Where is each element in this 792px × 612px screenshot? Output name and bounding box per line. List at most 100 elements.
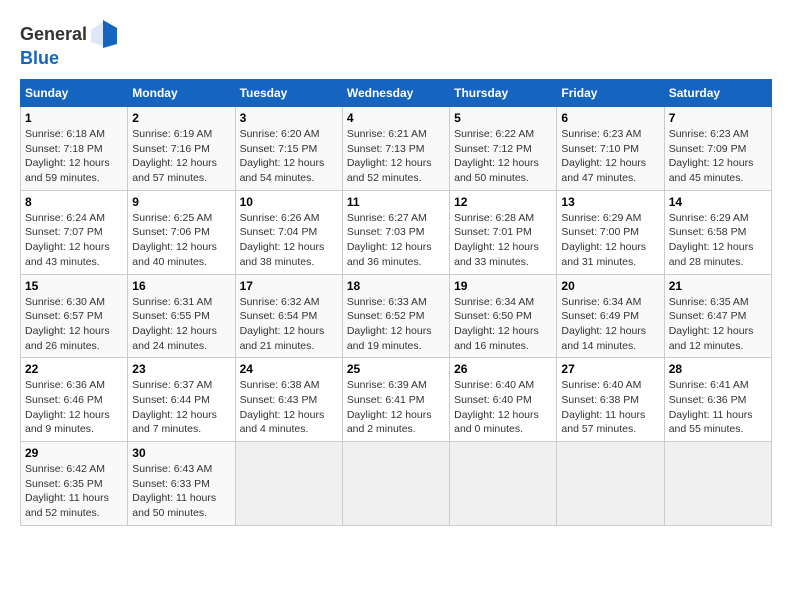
day-number: 22: [25, 362, 123, 376]
day-details: Sunrise: 6:22 AM Sunset: 7:12 PM Dayligh…: [454, 127, 552, 186]
calendar-cell: 13 Sunrise: 6:29 AM Sunset: 7:00 PM Dayli…: [557, 190, 664, 274]
day-details: Sunrise: 6:26 AM Sunset: 7:04 PM Dayligh…: [240, 211, 338, 270]
day-number: 1: [25, 111, 123, 125]
calendar-cell: 9 Sunrise: 6:25 AM Sunset: 7:06 PM Daylig…: [128, 190, 235, 274]
col-header-wednesday: Wednesday: [342, 80, 449, 107]
day-number: 20: [561, 279, 659, 293]
day-details: Sunrise: 6:19 AM Sunset: 7:16 PM Dayligh…: [132, 127, 230, 186]
calendar-cell: 19 Sunrise: 6:34 AM Sunset: 6:50 PM Dayli…: [450, 274, 557, 358]
calendar-cell: 6Sunrise: 6:23 AM Sunset: 7:10 PM Daylig…: [557, 107, 664, 191]
day-number: 11: [347, 195, 445, 209]
calendar-cell: 23 Sunrise: 6:37 AM Sunset: 6:44 PM Dayli…: [128, 358, 235, 442]
day-details: Sunrise: 6:39 AM Sunset: 6:41 PM Dayligh…: [347, 378, 445, 437]
day-number: 27: [561, 362, 659, 376]
day-number: 16: [132, 279, 230, 293]
day-number: 5: [454, 111, 552, 125]
calendar-cell: 24Sunrise: 6:38 AM Sunset: 6:43 PM Dayli…: [235, 358, 342, 442]
day-number: 3: [240, 111, 338, 125]
day-details: Sunrise: 6:37 AM Sunset: 6:44 PM Dayligh…: [132, 378, 230, 437]
day-number: 2: [132, 111, 230, 125]
day-details: Sunrise: 6:23 AM Sunset: 7:09 PM Dayligh…: [669, 127, 767, 186]
day-details: Sunrise: 6:36 AM Sunset: 6:46 PM Dayligh…: [25, 378, 123, 437]
logo: General Blue: [20, 20, 117, 69]
calendar-cell: 27Sunrise: 6:40 AM Sunset: 6:38 PM Dayli…: [557, 358, 664, 442]
calendar-week-1: 1 Sunrise: 6:18 AM Sunset: 7:18 PM Daylig…: [21, 107, 772, 191]
day-number: 18: [347, 279, 445, 293]
day-number: 13: [561, 195, 659, 209]
day-details: Sunrise: 6:40 AM Sunset: 6:40 PM Dayligh…: [454, 378, 552, 437]
calendar-week-5: 29 Sunrise: 6:42 AM Sunset: 6:35 PM Dayli…: [21, 442, 772, 526]
calendar-cell: 16 Sunrise: 6:31 AM Sunset: 6:55 PM Dayli…: [128, 274, 235, 358]
calendar-cell: 25 Sunrise: 6:39 AM Sunset: 6:41 PM Dayli…: [342, 358, 449, 442]
calendar-cell: 30 Sunrise: 6:43 AM Sunset: 6:33 PM Dayli…: [128, 442, 235, 526]
day-details: Sunrise: 6:29 AM Sunset: 7:00 PM Dayligh…: [561, 211, 659, 270]
col-header-thursday: Thursday: [450, 80, 557, 107]
day-number: 8: [25, 195, 123, 209]
col-header-saturday: Saturday: [664, 80, 771, 107]
calendar-cell: [342, 442, 449, 526]
calendar-cell: 10 Sunrise: 6:26 AM Sunset: 7:04 PM Dayli…: [235, 190, 342, 274]
col-header-sunday: Sunday: [21, 80, 128, 107]
calendar-cell: 7 Sunrise: 6:23 AM Sunset: 7:09 PM Daylig…: [664, 107, 771, 191]
col-header-tuesday: Tuesday: [235, 80, 342, 107]
day-number: 10: [240, 195, 338, 209]
calendar-week-4: 22 Sunrise: 6:36 AM Sunset: 6:46 PM Dayli…: [21, 358, 772, 442]
day-details: Sunrise: 6:34 AM Sunset: 6:49 PM Dayligh…: [561, 295, 659, 354]
calendar-week-2: 8 Sunrise: 6:24 AM Sunset: 7:07 PM Daylig…: [21, 190, 772, 274]
calendar-cell: [450, 442, 557, 526]
day-number: 17: [240, 279, 338, 293]
day-number: 30: [132, 446, 230, 460]
day-details: Sunrise: 6:29 AM Sunset: 6:58 PM Dayligh…: [669, 211, 767, 270]
calendar-cell: 4 Sunrise: 6:21 AM Sunset: 7:13 PM Daylig…: [342, 107, 449, 191]
day-number: 12: [454, 195, 552, 209]
day-number: 7: [669, 111, 767, 125]
logo-icon: [89, 20, 117, 48]
day-number: 23: [132, 362, 230, 376]
day-details: Sunrise: 6:20 AM Sunset: 7:15 PM Dayligh…: [240, 127, 338, 186]
day-details: Sunrise: 6:24 AM Sunset: 7:07 PM Dayligh…: [25, 211, 123, 270]
day-details: Sunrise: 6:43 AM Sunset: 6:33 PM Dayligh…: [132, 462, 230, 521]
calendar-cell: 17Sunrise: 6:32 AM Sunset: 6:54 PM Dayli…: [235, 274, 342, 358]
col-header-friday: Friday: [557, 80, 664, 107]
day-number: 25: [347, 362, 445, 376]
calendar-week-3: 15 Sunrise: 6:30 AM Sunset: 6:57 PM Dayli…: [21, 274, 772, 358]
calendar-cell: [557, 442, 664, 526]
day-details: Sunrise: 6:25 AM Sunset: 7:06 PM Dayligh…: [132, 211, 230, 270]
calendar-header-row: SundayMondayTuesdayWednesdayThursdayFrid…: [21, 80, 772, 107]
day-number: 4: [347, 111, 445, 125]
day-details: Sunrise: 6:33 AM Sunset: 6:52 PM Dayligh…: [347, 295, 445, 354]
day-number: 14: [669, 195, 767, 209]
day-details: Sunrise: 6:41 AM Sunset: 6:36 PM Dayligh…: [669, 378, 767, 437]
day-details: Sunrise: 6:27 AM Sunset: 7:03 PM Dayligh…: [347, 211, 445, 270]
day-details: Sunrise: 6:34 AM Sunset: 6:50 PM Dayligh…: [454, 295, 552, 354]
day-details: Sunrise: 6:30 AM Sunset: 6:57 PM Dayligh…: [25, 295, 123, 354]
day-number: 19: [454, 279, 552, 293]
logo-blue: Blue: [20, 48, 117, 69]
calendar-cell: 14 Sunrise: 6:29 AM Sunset: 6:58 PM Dayli…: [664, 190, 771, 274]
day-number: 29: [25, 446, 123, 460]
day-details: Sunrise: 6:28 AM Sunset: 7:01 PM Dayligh…: [454, 211, 552, 270]
calendar-cell: 3 Sunrise: 6:20 AM Sunset: 7:15 PM Daylig…: [235, 107, 342, 191]
day-details: Sunrise: 6:35 AM Sunset: 6:47 PM Dayligh…: [669, 295, 767, 354]
calendar-cell: 1 Sunrise: 6:18 AM Sunset: 7:18 PM Daylig…: [21, 107, 128, 191]
day-details: Sunrise: 6:42 AM Sunset: 6:35 PM Dayligh…: [25, 462, 123, 521]
calendar-cell: 8 Sunrise: 6:24 AM Sunset: 7:07 PM Daylig…: [21, 190, 128, 274]
calendar-cell: 11 Sunrise: 6:27 AM Sunset: 7:03 PM Dayli…: [342, 190, 449, 274]
day-number: 28: [669, 362, 767, 376]
calendar-cell: 20 Sunrise: 6:34 AM Sunset: 6:49 PM Dayli…: [557, 274, 664, 358]
day-details: Sunrise: 6:18 AM Sunset: 7:18 PM Dayligh…: [25, 127, 123, 186]
calendar-cell: 26 Sunrise: 6:40 AM Sunset: 6:40 PM Dayli…: [450, 358, 557, 442]
page-header: General Blue: [20, 20, 772, 69]
logo-general: General: [20, 24, 87, 45]
calendar-cell: 5 Sunrise: 6:22 AM Sunset: 7:12 PM Daylig…: [450, 107, 557, 191]
calendar-cell: 29 Sunrise: 6:42 AM Sunset: 6:35 PM Dayli…: [21, 442, 128, 526]
calendar-cell: [235, 442, 342, 526]
day-number: 9: [132, 195, 230, 209]
calendar-cell: 18 Sunrise: 6:33 AM Sunset: 6:52 PM Dayli…: [342, 274, 449, 358]
calendar-table: SundayMondayTuesdayWednesdayThursdayFrid…: [20, 79, 772, 526]
day-details: Sunrise: 6:21 AM Sunset: 7:13 PM Dayligh…: [347, 127, 445, 186]
day-details: Sunrise: 6:31 AM Sunset: 6:55 PM Dayligh…: [132, 295, 230, 354]
day-number: 26: [454, 362, 552, 376]
day-number: 6: [561, 111, 659, 125]
day-number: 15: [25, 279, 123, 293]
